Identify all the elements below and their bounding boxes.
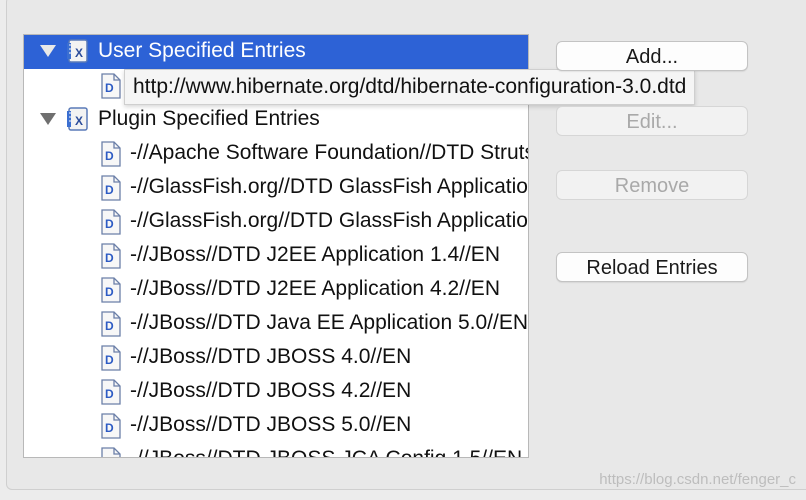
svg-text:D: D	[105, 387, 114, 401]
svg-text:D: D	[105, 319, 114, 333]
dtd-document-icon: D	[101, 73, 121, 99]
dtd-document-icon: D	[101, 243, 121, 269]
svg-text:D: D	[105, 149, 114, 163]
svg-text:D: D	[105, 421, 114, 435]
watermark: https://blog.csdn.net/fenger_c	[599, 471, 796, 488]
tree-row-plugin-entry[interactable]: D -//JBoss//DTD JBOSS 5.0//EN	[24, 409, 528, 443]
svg-text:D: D	[105, 81, 114, 95]
tree-row-plugin-entry[interactable]: D -//Apache Software Foundation//DTD Stru…	[24, 137, 528, 171]
triangle-down-icon[interactable]	[40, 113, 56, 125]
tree-label: -//JBoss//DTD J2EE Application 4.2//EN	[130, 277, 500, 300]
tree-row-plugin-specified[interactable]: X Plugin Specified Entries	[24, 103, 528, 137]
remove-button[interactable]: Remove	[556, 170, 748, 200]
svg-text:D: D	[105, 285, 114, 299]
dtd-document-icon: D	[101, 345, 121, 371]
dtd-document-icon: D	[101, 311, 121, 337]
tree-label: -//JBoss//DTD JBOSS 4.0//EN	[130, 345, 412, 368]
tree-row-plugin-entry[interactable]: D -//JBoss//DTD J2EE Application 4.2//EN	[24, 273, 528, 307]
tree-row-user-specified[interactable]: X User Specified Entries	[24, 35, 528, 69]
tree-row-plugin-entry[interactable]: D -//JBoss//DTD JBOSS 4.2//EN	[24, 375, 528, 409]
svg-text:D: D	[105, 251, 114, 265]
dtd-document-icon: D	[101, 447, 121, 458]
edit-button[interactable]: Edit...	[556, 106, 748, 136]
tree-label: -//JBoss//DTD JBOSS 4.2//EN	[130, 379, 412, 402]
tree-row-plugin-entry[interactable]: D -//JBoss//DTD JBOSS 4.0//EN	[24, 341, 528, 375]
dtd-document-icon: D	[101, 209, 121, 235]
svg-text:D: D	[105, 353, 114, 367]
tree-row-plugin-entry[interactable]: D -//JBoss//DTD JBOSS JCA Config 1.5//EN	[24, 443, 528, 458]
tree-row-plugin-entry[interactable]: D -//GlassFish.org//DTD GlassFish Applica…	[24, 171, 528, 205]
svg-text:D: D	[105, 183, 114, 197]
dtd-document-icon: D	[101, 277, 121, 303]
tree-label: -//JBoss//DTD J2EE Application 1.4//EN	[130, 243, 500, 266]
dtd-document-icon: D	[101, 175, 121, 201]
tree-label: -//JBoss//DTD Java EE Application 5.0//E…	[130, 311, 528, 334]
tree-label: -//JBoss//DTD JBOSS JCA Config 1.5//EN	[130, 446, 522, 457]
add-button[interactable]: Add...	[556, 41, 748, 71]
svg-text:X: X	[75, 46, 83, 60]
xml-catalog-icon: X	[67, 107, 88, 131]
tree-label: User Specified Entries	[98, 39, 306, 62]
tree-row-plugin-entry[interactable]: D -//JBoss//DTD J2EE Application 1.4//EN	[24, 239, 528, 273]
dtd-document-icon: D	[101, 413, 121, 439]
reload-entries-button[interactable]: Reload Entries	[556, 252, 748, 282]
svg-text:X: X	[75, 114, 83, 128]
tree-label: Plugin Specified Entries	[98, 107, 320, 130]
tree-label: -//Apache Software Foundation//DTD Strut…	[130, 141, 528, 164]
tree-label: -//JBoss//DTD JBOSS 5.0//EN	[130, 413, 412, 436]
xml-catalog-icon: X	[67, 39, 88, 63]
tree-row-plugin-entry[interactable]: D -//GlassFish.org//DTD GlassFish Applica…	[24, 205, 528, 239]
tree-row-plugin-entry[interactable]: D -//JBoss//DTD Java EE Application 5.0//…	[24, 307, 528, 341]
entry-tooltip: http://www.hibernate.org/dtd/hibernate-c…	[124, 69, 696, 105]
dtd-document-icon: D	[101, 379, 121, 405]
triangle-down-icon[interactable]	[40, 45, 56, 57]
tree-label: -//GlassFish.org//DTD GlassFish Applicat…	[130, 175, 528, 198]
preferences-panel: X User Specified Entries D http X	[0, 0, 806, 500]
tree-label: -//GlassFish.org//DTD GlassFish Applicat…	[130, 209, 528, 232]
svg-text:D: D	[105, 217, 114, 231]
dtd-document-icon: D	[101, 141, 121, 167]
svg-text:D: D	[105, 455, 114, 458]
